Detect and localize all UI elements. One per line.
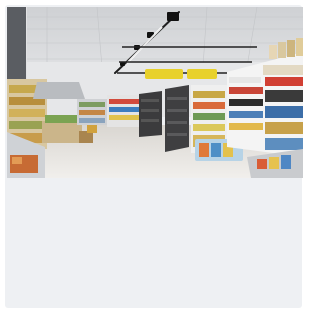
produce-canopy	[33, 82, 85, 99]
left-pillar	[7, 7, 26, 82]
back-shelves	[77, 95, 141, 127]
hanging-sign	[145, 69, 217, 79]
supermarket-photo[interactable]	[7, 7, 303, 178]
